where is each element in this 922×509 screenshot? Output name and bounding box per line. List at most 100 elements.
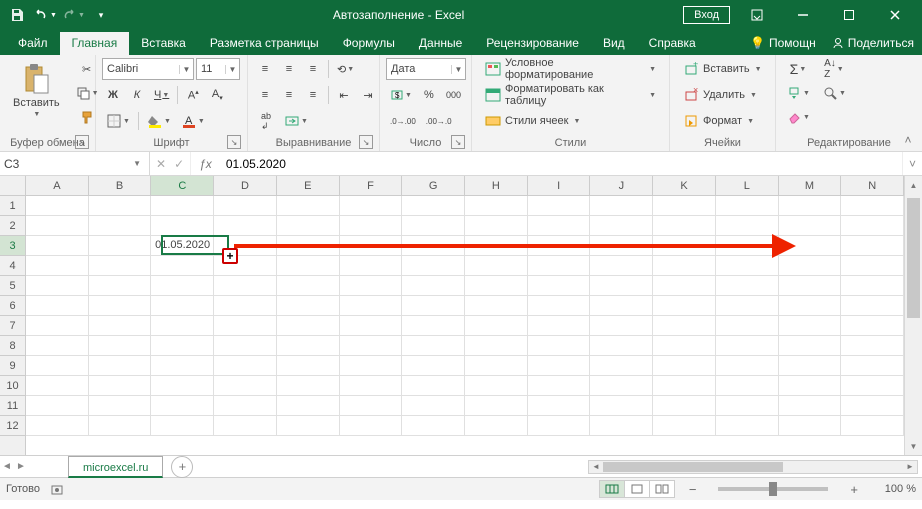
cell-H8[interactable]	[465, 336, 528, 356]
cell-H4[interactable]	[465, 256, 528, 276]
cell-J6[interactable]	[590, 296, 653, 316]
cell-H12[interactable]	[465, 416, 528, 436]
column-header-N[interactable]: N	[841, 176, 904, 195]
cell-C9[interactable]	[151, 356, 214, 376]
row-header-5[interactable]: 5	[0, 276, 25, 296]
cell-E1[interactable]	[277, 196, 340, 216]
cell-C4[interactable]	[151, 256, 214, 276]
cell-C2[interactable]	[151, 216, 214, 236]
vertical-scrollbar[interactable]: ▲ ▼	[904, 176, 922, 455]
cell-M4[interactable]	[779, 256, 842, 276]
align-center-button[interactable]: ≡	[278, 84, 300, 106]
cell-K4[interactable]	[653, 256, 716, 276]
cell-D5[interactable]	[214, 276, 277, 296]
cell-J4[interactable]	[590, 256, 653, 276]
cell-F10[interactable]	[340, 376, 403, 396]
cell-I7[interactable]	[528, 316, 591, 336]
font-color-button[interactable]: A▼	[177, 110, 209, 132]
name-box[interactable]: C3▼	[0, 152, 150, 175]
tab-formulas[interactable]: Формулы	[331, 32, 407, 55]
cell-H10[interactable]	[465, 376, 528, 396]
cell-B10[interactable]	[89, 376, 152, 396]
cell-B5[interactable]	[89, 276, 152, 296]
cell-G5[interactable]	[402, 276, 465, 296]
cell-L5[interactable]	[716, 276, 779, 296]
cell-D6[interactable]	[214, 296, 277, 316]
column-header-C[interactable]: C	[151, 176, 214, 195]
cell-C1[interactable]	[151, 196, 214, 216]
fill-button[interactable]: ▼	[782, 82, 814, 104]
font-size-combo[interactable]: 11▼	[196, 58, 240, 80]
grow-font-button[interactable]: A▴	[182, 84, 204, 106]
page-break-view-button[interactable]	[649, 480, 675, 498]
column-header-J[interactable]: J	[590, 176, 653, 195]
cell-F7[interactable]	[340, 316, 403, 336]
cell-N1[interactable]	[841, 196, 904, 216]
cell-K11[interactable]	[653, 396, 716, 416]
row-header-3[interactable]: 3	[0, 236, 25, 256]
wrap-text-button[interactable]: ab↲	[254, 110, 278, 132]
cell-N5[interactable]	[841, 276, 904, 296]
cell-G6[interactable]	[402, 296, 465, 316]
cell-F4[interactable]	[340, 256, 403, 276]
column-header-E[interactable]: E	[277, 176, 340, 195]
cell-L7[interactable]	[716, 316, 779, 336]
minimize-button[interactable]	[780, 0, 826, 30]
cell-F11[interactable]	[340, 396, 403, 416]
cell-C12[interactable]	[151, 416, 214, 436]
cell-E6[interactable]	[277, 296, 340, 316]
page-layout-view-button[interactable]	[624, 480, 650, 498]
cell-H11[interactable]	[465, 396, 528, 416]
cell-K8[interactable]	[653, 336, 716, 356]
cell-M9[interactable]	[779, 356, 842, 376]
delete-cells-button[interactable]: ×Удалить▼	[676, 84, 764, 106]
cell-E8[interactable]	[277, 336, 340, 356]
cell-M10[interactable]	[779, 376, 842, 396]
qat-customize-button[interactable]: ▾	[88, 2, 114, 28]
cell-K1[interactable]	[653, 196, 716, 216]
cell-M6[interactable]	[779, 296, 842, 316]
cell-I4[interactable]	[528, 256, 591, 276]
cell-B12[interactable]	[89, 416, 152, 436]
close-button[interactable]	[872, 0, 918, 30]
cell-D12[interactable]	[214, 416, 277, 436]
column-header-D[interactable]: D	[214, 176, 277, 195]
cell-B11[interactable]	[89, 396, 152, 416]
zoom-out-button[interactable]: −	[685, 482, 701, 497]
tab-file[interactable]: Файл	[6, 32, 60, 55]
cell-C5[interactable]	[151, 276, 214, 296]
cell-B7[interactable]	[89, 316, 152, 336]
cell-E11[interactable]	[277, 396, 340, 416]
bold-button[interactable]: Ж	[102, 84, 124, 106]
cell-C6[interactable]	[151, 296, 214, 316]
cell-D1[interactable]	[214, 196, 277, 216]
cell-I6[interactable]	[528, 296, 591, 316]
cell-L2[interactable]	[716, 216, 779, 236]
cell-N7[interactable]	[841, 316, 904, 336]
column-header-M[interactable]: M	[779, 176, 842, 195]
cell-A10[interactable]	[26, 376, 89, 396]
cell-A11[interactable]	[26, 396, 89, 416]
clipboard-launcher[interactable]: ↘	[75, 135, 89, 149]
cell-A9[interactable]	[26, 356, 89, 376]
cell-L12[interactable]	[716, 416, 779, 436]
cell-N4[interactable]	[841, 256, 904, 276]
number-launcher[interactable]: ↘	[451, 135, 465, 149]
number-format-combo[interactable]: Дата▼	[386, 58, 466, 80]
cell-F1[interactable]	[340, 196, 403, 216]
cell-E2[interactable]	[277, 216, 340, 236]
cancel-formula-button[interactable]: ✕	[156, 157, 166, 171]
fx-label[interactable]: ƒx	[190, 152, 220, 175]
cell-K10[interactable]	[653, 376, 716, 396]
cell-F2[interactable]	[340, 216, 403, 236]
cell-N11[interactable]	[841, 396, 904, 416]
increase-decimal-button[interactable]: .0→.00	[386, 110, 420, 132]
align-right-button[interactable]: ≡	[302, 84, 324, 106]
cell-I5[interactable]	[528, 276, 591, 296]
cell-B1[interactable]	[89, 196, 152, 216]
zoom-in-button[interactable]: +	[846, 482, 862, 497]
zoom-slider[interactable]	[718, 487, 828, 491]
cell-H9[interactable]	[465, 356, 528, 376]
cell-J8[interactable]	[590, 336, 653, 356]
cell-C3[interactable]: 01.05.2020	[151, 236, 214, 256]
